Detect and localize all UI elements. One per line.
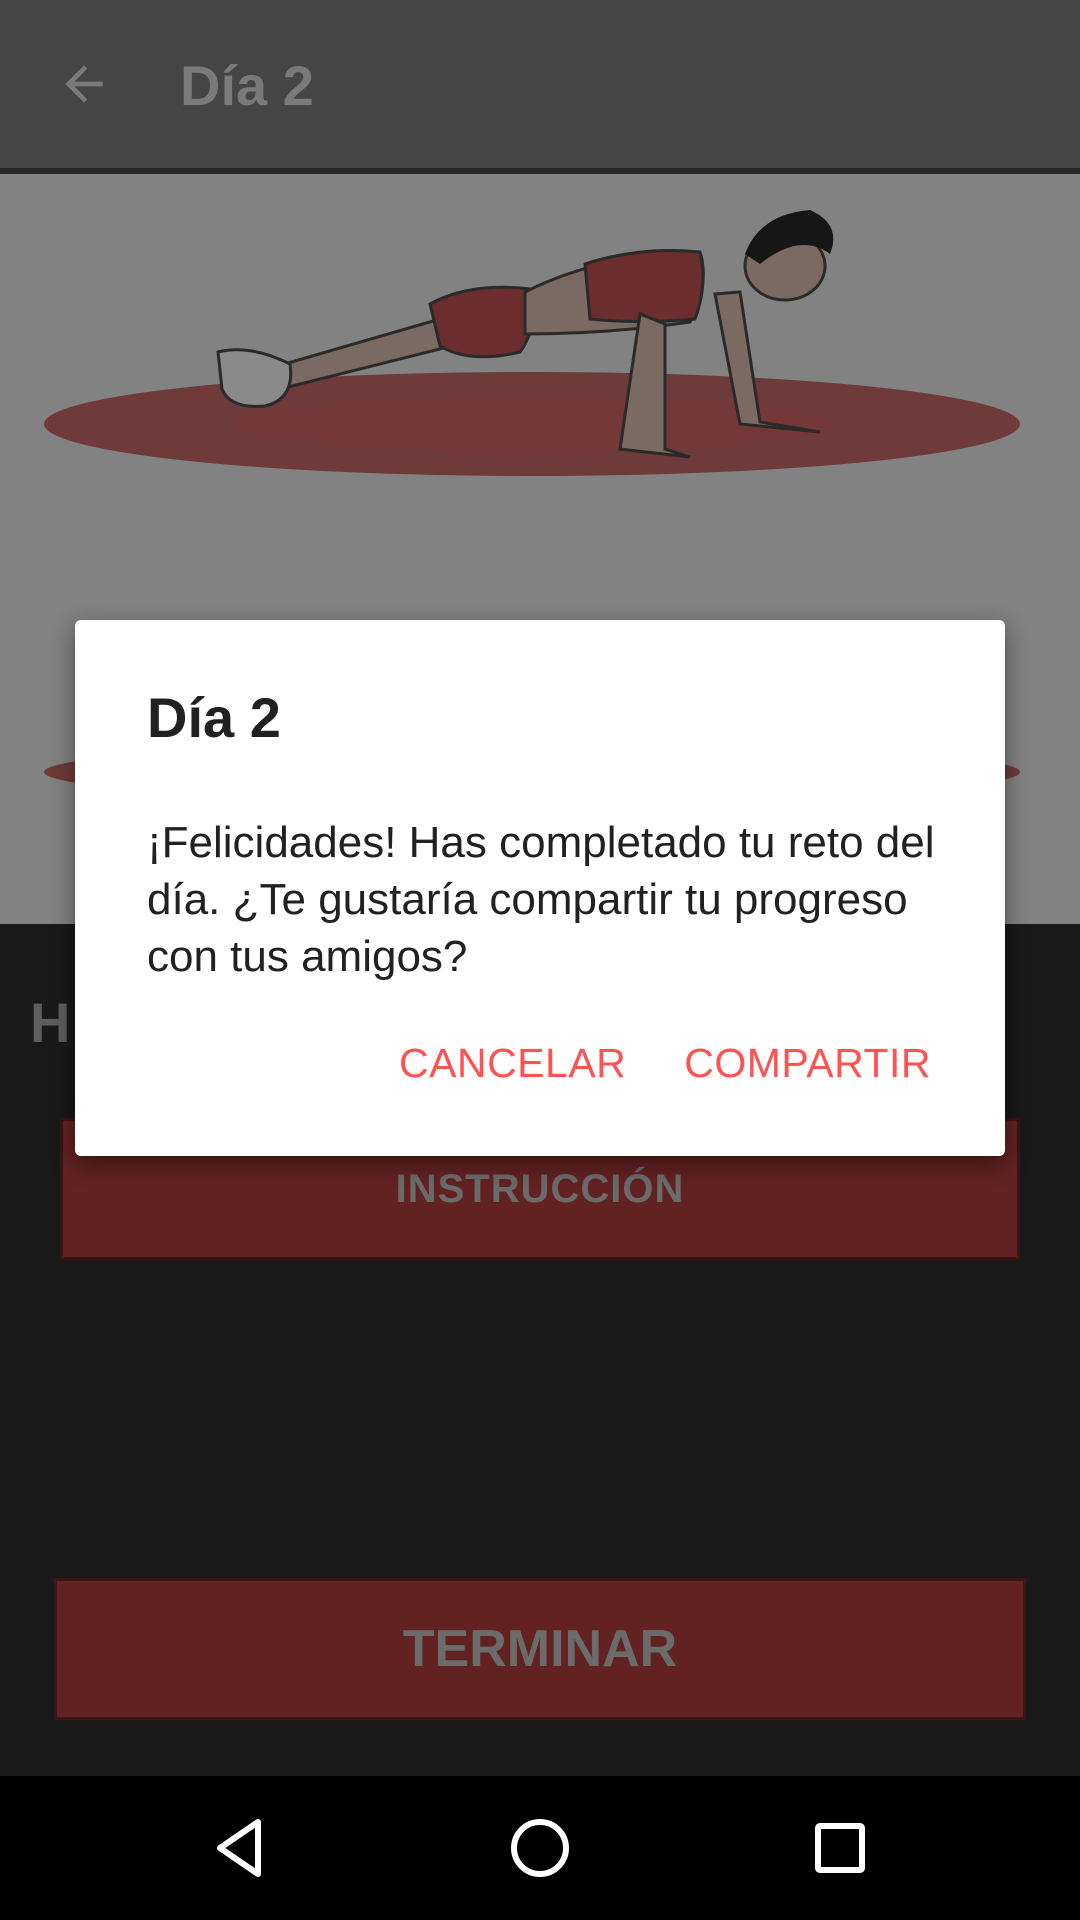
dialog-title: Día 2 — [147, 686, 281, 749]
nav-home-button[interactable] — [490, 1798, 590, 1898]
app-bar: Día 2 — [0, 0, 1080, 168]
triangle-back-icon — [217, 1819, 261, 1877]
dialog-message: ¡Felicidades! Has completado tu reto del… — [147, 818, 935, 981]
back-button[interactable] — [44, 44, 124, 124]
circle-home-icon — [511, 1819, 569, 1877]
exercise-name: H — [30, 991, 71, 1054]
dialog-actions: CANCELAR COMPARTIR — [375, 1020, 955, 1107]
nav-recents-button[interactable] — [790, 1798, 890, 1898]
arrow-left-icon — [65, 65, 103, 103]
nav-back-button[interactable] — [190, 1798, 290, 1898]
page-title: Día 2 — [180, 54, 314, 117]
completion-dialog: Día 2 ¡Felicidades! Has completado tu re… — [75, 620, 1005, 1156]
cancel-button[interactable]: CANCELAR — [375, 1020, 650, 1107]
system-nav-bar — [0, 1776, 1080, 1920]
finish-button[interactable]: TERMINAR — [54, 1578, 1026, 1720]
square-recents-icon — [815, 1823, 865, 1873]
share-button[interactable]: COMPARTIR — [660, 1020, 955, 1107]
